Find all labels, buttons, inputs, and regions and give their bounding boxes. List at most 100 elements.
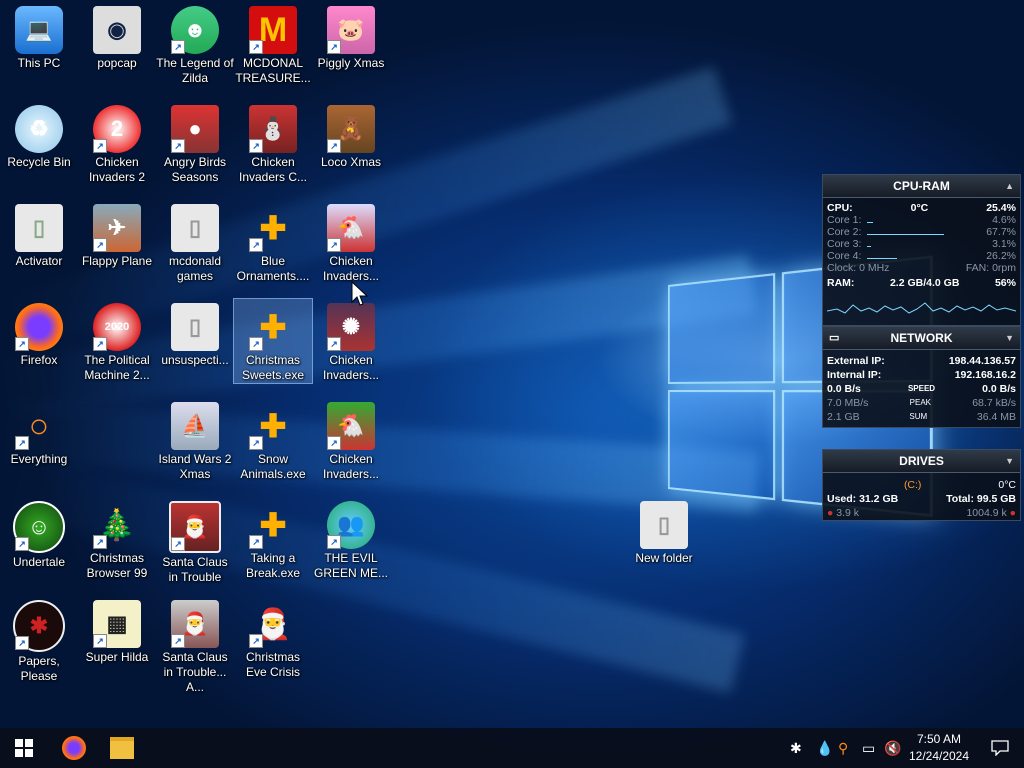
santa-icon: 🎅 ↗: [249, 600, 297, 648]
desktop-icon-super-hilda[interactable]: ▦ ↗ Super Hilda: [78, 596, 156, 665]
desktop-icon-chicken-invaders-4[interactable]: ✺ ↗ Chicken Invaders...: [312, 299, 390, 383]
desktop-icon-piggly-xmas[interactable]: 🐷 ↗ Piggly Xmas: [312, 2, 390, 71]
desktop-icon-activator[interactable]: ▯ Activator: [0, 200, 78, 269]
desktop-icon-flappy-plane[interactable]: ✈ ↗ Flappy Plane: [78, 200, 156, 269]
magnifier-icon: ○ ↗: [15, 402, 63, 450]
desktop-icon-everything[interactable]: ○ ↗ Everything: [0, 398, 78, 467]
super-hilda-icon: ▦ ↗: [93, 600, 141, 648]
tray-droplet-icon[interactable]: 💧: [816, 740, 833, 757]
desktop-icon-loco-xmas[interactable]: 🧸 ↗ Loco Xmas: [312, 101, 390, 170]
desktop-icon-chicken-invaders-3[interactable]: 🐔 ↗ Chicken Invaders...: [312, 200, 390, 284]
puzzle-icon: ✚ ↗: [249, 204, 297, 252]
chicken-icon: 🐔 ↗: [327, 204, 375, 252]
computer-icon: 💻: [15, 6, 63, 54]
folder-icon: ▯: [640, 501, 688, 549]
chevron-down-icon[interactable]: ▼: [1005, 450, 1014, 472]
network-gadget: ▭ NETWORK ▼ External IP: 198.44.136.57 I…: [822, 326, 1021, 428]
desktop-icon-christmas-browser[interactable]: 🎄 ↗ Christmas Browser 99: [78, 497, 156, 581]
tray-display-icon[interactable]: ▭: [862, 740, 875, 757]
core-row: Core 3: 3.1%: [827, 238, 1016, 250]
desktop-icon-christmas-eve-crisis[interactable]: 🎅 ↗ Christmas Eve Crisis: [234, 596, 312, 680]
ram-used: 2.2 GB/4.0 GB: [889, 277, 960, 289]
bear-icon: 🧸 ↗: [327, 105, 375, 153]
desktop-icon-papers-please[interactable]: ✱ ↗ Papers, Please: [0, 596, 78, 684]
desktop-icon-popcap[interactable]: ◉ popcap: [78, 2, 156, 71]
desktop-icon-mcdonal-treasure[interactable]: M ↗ MCDONAL TREASURE...: [234, 2, 312, 86]
desktop-icon-chicken-invaders-2[interactable]: 2 ↗ Chicken Invaders 2: [78, 101, 156, 185]
desktop-icon-taking-a-break[interactable]: ✚ ↗ Taking a Break.exe: [234, 497, 312, 581]
plane-icon: ✈ ↗: [93, 204, 141, 252]
desktop-icon-chicken-invaders-c[interactable]: ⛄ ↗ Chicken Invaders C...: [234, 101, 312, 185]
santa-icon: 🎅 ↗: [169, 501, 221, 553]
chevron-down-icon[interactable]: ▼: [1005, 327, 1014, 349]
external-ip: 198.44.136.57: [948, 355, 1016, 367]
desktop-icon-this-pc[interactable]: 💻 This PC: [0, 2, 78, 71]
ram-percent: 56%: [994, 277, 1016, 289]
clock[interactable]: 7:50 AM 12/24/2024: [904, 731, 974, 765]
island-wars-icon: ⛵: [171, 402, 219, 450]
desktop-icon-evil-green-me[interactable]: 👥 ↗ THE EVIL GREEN ME...: [312, 497, 390, 581]
desktop-icon-unsuspecting[interactable]: ▯ unsuspecti...: [156, 299, 234, 368]
collapse-icon[interactable]: ▲: [1005, 175, 1014, 197]
action-center-button[interactable]: [976, 728, 1024, 768]
drive-letter: (C:): [903, 479, 922, 491]
desktop-icon-christmas-sweets[interactable]: ✚ ↗ Christmas Sweets.exe: [233, 298, 313, 384]
desktop-icon-firefox[interactable]: ↗ Firefox: [0, 299, 78, 368]
desktop-icon-undertale[interactable]: ☺ ↗ Undertale: [0, 497, 78, 570]
taskbar-firefox[interactable]: [50, 728, 98, 768]
gadget-title: NETWORK: [890, 331, 953, 345]
chicken-icon: 2 ↗: [93, 105, 141, 153]
monitor-icon: ▭: [829, 332, 840, 344]
core-row: Core 1: 4.6%: [827, 214, 1016, 226]
desktop-icon-santa-claus-trouble-a[interactable]: 🎅 ↗ Santa Claus in Trouble... A...: [156, 596, 234, 695]
desktop-icon-mcdonald-games[interactable]: ▯ mcdonald games: [156, 200, 234, 284]
gadget-title: CPU-RAM: [893, 179, 950, 193]
download-speed: 0.0 B/s: [827, 383, 861, 395]
firefox-icon: ↗: [15, 303, 63, 351]
puzzle-icon: ✚ ↗: [249, 402, 297, 450]
tray-search-icon[interactable]: ⚲: [838, 740, 848, 757]
snowman-icon: ⛄ ↗: [249, 105, 297, 153]
external-ip-label: External IP:: [827, 355, 885, 367]
drive-used: Used: 31.2 GB: [827, 493, 899, 505]
folder-icon: ▯: [171, 303, 219, 351]
taskbar-file-explorer[interactable]: [98, 728, 146, 768]
desktop-icon-legend-of-zilda[interactable]: ☻ ↗ The Legend of Zilda: [156, 2, 234, 86]
desktop-icon-snow-animals[interactable]: ✚ ↗ Snow Animals.exe: [234, 398, 312, 482]
desktop-icon-chicken-invaders-5[interactable]: 🐔 ↗ Chicken Invaders...: [312, 398, 390, 482]
folder-icon: ◉: [93, 6, 141, 54]
download-sum: 2.1 GB: [827, 411, 860, 423]
drives-gadget: DRIVES ▼ (C:) 0°C Used: 31.2 GB Total: 9…: [822, 449, 1021, 521]
desktop-icon-political-machine[interactable]: 2020 ↗ The Political Machine 2...: [78, 299, 156, 383]
clock-speed: Clock: 0 MHz: [827, 262, 890, 274]
desktop-icon-new-folder[interactable]: ▯ New folder: [624, 497, 704, 566]
desktop-icon-santa-claus-trouble[interactable]: 🎅 ↗ Santa Claus in Trouble: [156, 497, 234, 585]
tray-volume-icon[interactable]: 🔇: [884, 740, 901, 757]
mcdonalds-icon: M ↗: [249, 6, 297, 54]
clock-time: 7:50 AM: [916, 732, 962, 746]
firefox-icon: [62, 736, 86, 760]
clock-date: 12/24/2024: [908, 749, 970, 763]
peak-label: PEAK: [909, 398, 931, 407]
folder-icon: [110, 737, 134, 759]
desktop-icon-recycle-bin[interactable]: ♻ Recycle Bin: [0, 101, 78, 170]
messenger-icon: 👥 ↗: [327, 501, 375, 549]
pig-icon: 🐷 ↗: [327, 6, 375, 54]
sum-label: SUM: [909, 412, 928, 421]
ram-label: RAM:: [827, 277, 855, 289]
undertale-icon: ☺ ↗: [13, 501, 65, 553]
cpu-temp: 0°C: [910, 202, 929, 214]
start-button[interactable]: [0, 728, 48, 768]
desktop-icon-angry-birds[interactable]: ● ↗ Angry Birds Seasons: [156, 101, 234, 185]
speed-label: SPEED: [907, 384, 936, 393]
desktop-icon-blue-ornaments[interactable]: ✚ ↗ Blue Ornaments....: [234, 200, 312, 284]
drive-read: ● 3.9 k: [827, 507, 860, 519]
chicken-icon: 🐔 ↗: [327, 402, 375, 450]
desktop-icon-island-wars[interactable]: ⛵ Island Wars 2 Xmas: [156, 398, 234, 482]
fan-speed: FAN: 0rpm: [965, 262, 1016, 274]
papers-please-icon: ✱ ↗: [13, 600, 65, 652]
drive-total: Total: 99.5 GB: [946, 493, 1016, 505]
core-row: Core 2: 67.7%: [827, 226, 1016, 238]
tray-network-icon[interactable]: ✱: [790, 740, 802, 757]
core-row: Core 4: 26.2%: [827, 250, 1016, 262]
